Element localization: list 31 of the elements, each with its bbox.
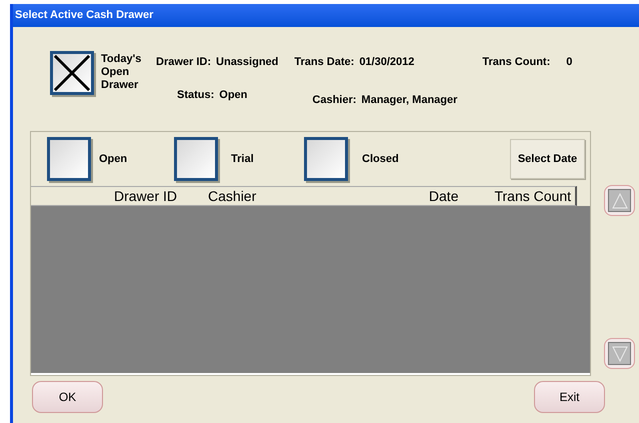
window-title: Select Active Cash Drawer <box>15 8 154 24</box>
field-label: Drawer ID: <box>156 55 212 70</box>
scroll-down-button[interactable] <box>604 338 635 369</box>
column-header: Cashier <box>208 186 256 206</box>
field-label: Trans Date: <box>294 55 354 70</box>
field-value: Unassigned <box>216 55 278 70</box>
x-icon <box>53 54 91 92</box>
down-triangle-icon <box>612 346 628 362</box>
exit-button[interactable]: Exit <box>534 381 605 413</box>
field-value: Manager, Manager <box>361 92 458 108</box>
column-header: Date <box>428 186 458 206</box>
checkbox[interactable] <box>304 137 348 181</box>
checkbox-label: Trial <box>231 152 255 167</box>
checkbox-label: Today's Open Drawer <box>101 53 142 93</box>
scroll-up-button[interactable] <box>604 185 635 216</box>
column-header: Drawer ID <box>114 186 178 206</box>
ok-button[interactable]: OK <box>32 381 103 413</box>
checkbox-label: Open <box>99 152 128 167</box>
select-date-button[interactable]: Select Date <box>510 139 585 179</box>
up-triangle-icon <box>612 192 628 208</box>
checkbox-label: Closed <box>362 152 399 167</box>
field-value: Open <box>219 88 248 102</box>
checkbox[interactable] <box>47 137 91 181</box>
field-value: 0 <box>566 55 572 70</box>
field-label: Trans Count: <box>482 55 550 70</box>
field-value: 01/30/2012 <box>359 55 414 70</box>
field-label: Status: <box>177 88 214 102</box>
column-header: Trans Count <box>494 186 571 206</box>
field-label: Cashier: <box>312 92 356 108</box>
checkbox[interactable] <box>174 137 218 181</box>
checkbox[interactable] <box>50 51 94 95</box>
